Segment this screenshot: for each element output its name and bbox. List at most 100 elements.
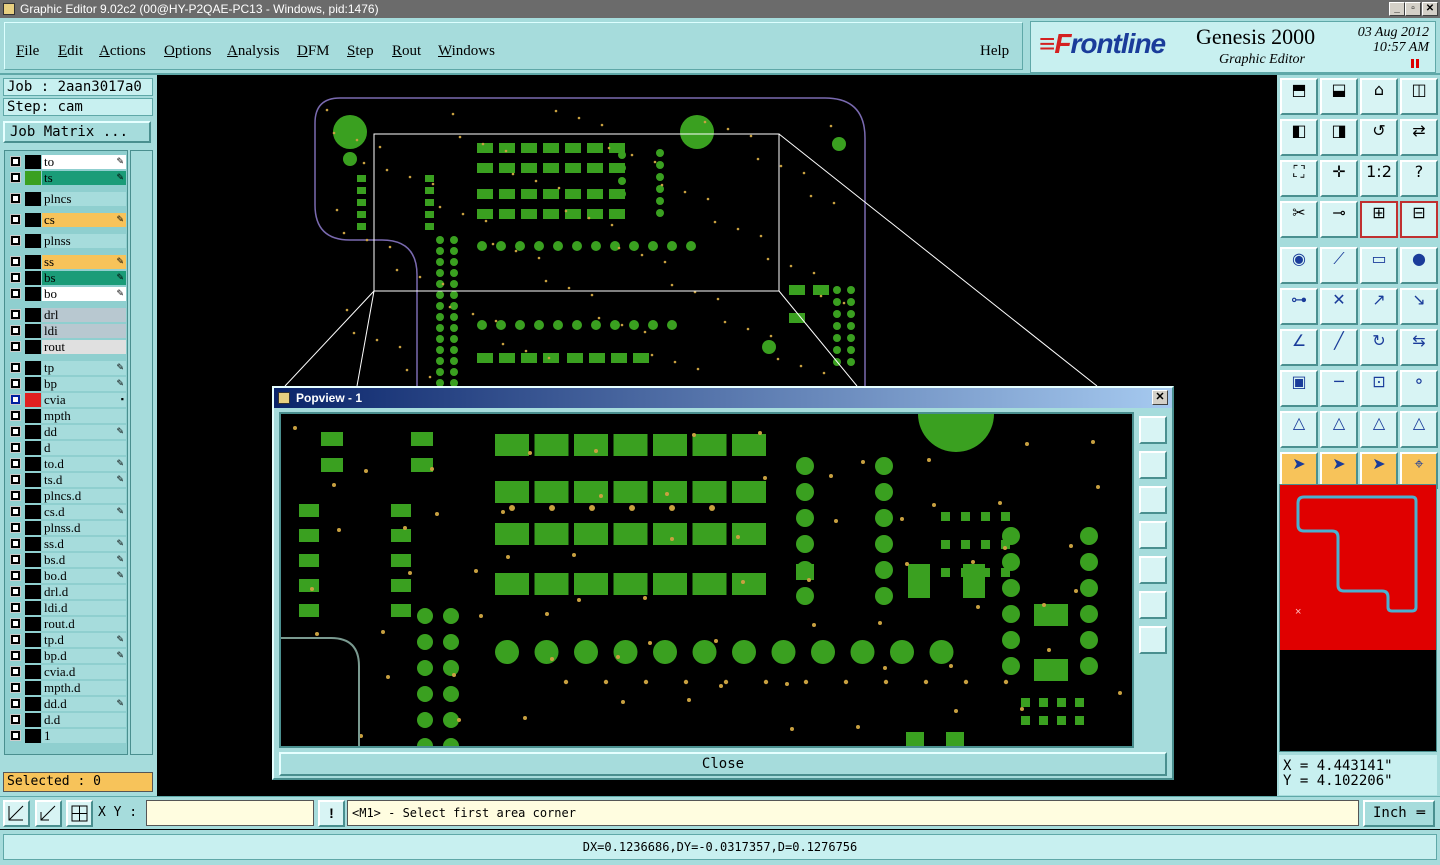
- ruler-icon[interactable]: ▭: [1360, 247, 1398, 284]
- layer-color-swatch[interactable]: [25, 425, 41, 439]
- layer-name[interactable]: ts ✎: [42, 171, 126, 185]
- menu-options[interactable]: Options: [164, 43, 212, 60]
- layer-color-swatch[interactable]: [25, 324, 41, 338]
- snap-icon[interactable]: [3, 800, 30, 827]
- layer-name[interactable]: cs ✎: [42, 213, 126, 227]
- layer-checkbox[interactable]: [10, 634, 21, 645]
- popview-pan-left-icon[interactable]: [1139, 521, 1167, 549]
- layer-name[interactable]: 1: [42, 729, 126, 743]
- layer-checkbox[interactable]: [10, 522, 21, 533]
- popview-close-button[interactable]: Close: [279, 752, 1167, 776]
- help-icon[interactable]: ?: [1400, 160, 1438, 197]
- pan-left-icon[interactable]: ◧: [1280, 119, 1318, 156]
- layer-name[interactable]: cvia ▪: [42, 393, 126, 407]
- layer-color-swatch[interactable]: [25, 234, 41, 248]
- layer-row[interactable]: bo.d ✎: [8, 569, 126, 583]
- layer-name[interactable]: bo ✎: [42, 287, 126, 301]
- menu-help[interactable]: Help: [980, 43, 1009, 60]
- layer-row[interactable]: d: [8, 441, 126, 455]
- layer-checkbox[interactable]: [10, 272, 21, 283]
- layer-row[interactable]: plnss.d: [8, 521, 126, 535]
- layer-checkbox[interactable]: [10, 554, 21, 565]
- flip-icon[interactable]: ⇆: [1400, 329, 1438, 366]
- fill-circle-icon[interactable]: ●: [1400, 247, 1438, 284]
- layer-color-swatch[interactable]: [25, 713, 41, 727]
- layer-checkbox[interactable]: [10, 394, 21, 405]
- layer-checkbox[interactable]: [10, 288, 21, 299]
- layer-color-swatch[interactable]: [25, 473, 41, 487]
- split-view-icon[interactable]: ◫: [1400, 78, 1438, 115]
- layer-scrollbar[interactable]: [130, 150, 153, 755]
- layer-color-swatch[interactable]: [25, 213, 41, 227]
- layer-checkbox[interactable]: [10, 714, 21, 725]
- units-select[interactable]: Inch ═: [1363, 800, 1435, 827]
- layer-checkbox[interactable]: [10, 172, 21, 183]
- layer-color-swatch[interactable]: [25, 409, 41, 423]
- layer-checkbox[interactable]: [10, 570, 21, 581]
- layer-name[interactable]: ldi: [42, 324, 126, 338]
- layer-color-swatch[interactable]: [25, 633, 41, 647]
- layer-name[interactable]: drl: [42, 308, 126, 322]
- layer-name[interactable]: ss.d ✎: [42, 537, 126, 551]
- layer-checkbox[interactable]: [10, 538, 21, 549]
- popview-close-icon[interactable]: ✕: [1152, 390, 1168, 405]
- popview-zoom-out-icon[interactable]: [1139, 626, 1167, 654]
- layer-row[interactable]: dd ✎: [8, 425, 126, 439]
- layer-checkbox[interactable]: [10, 586, 21, 597]
- layer-row[interactable]: plncs.d: [8, 489, 126, 503]
- layer-row[interactable]: bp.d ✎: [8, 649, 126, 663]
- layer-name[interactable]: cs.d ✎: [42, 505, 126, 519]
- pan-right-icon[interactable]: ◨: [1320, 119, 1358, 156]
- layer-name[interactable]: rout.d: [42, 617, 126, 631]
- layer-name[interactable]: to ✎: [42, 155, 126, 169]
- layer-color-swatch[interactable]: [25, 585, 41, 599]
- layer-checkbox[interactable]: [10, 362, 21, 373]
- layer-name[interactable]: tp.d ✎: [42, 633, 126, 647]
- layer-color-swatch[interactable]: [25, 377, 41, 391]
- layer-row[interactable]: ldi: [8, 324, 126, 338]
- layer-name[interactable]: to.d ✎: [42, 457, 126, 471]
- layer-name[interactable]: bo.d ✎: [42, 569, 126, 583]
- layer-row[interactable]: mpth.d: [8, 681, 126, 695]
- layer-name[interactable]: ts.d ✎: [42, 473, 126, 487]
- layer-checkbox[interactable]: [10, 193, 21, 204]
- layer-color-swatch[interactable]: [25, 393, 41, 407]
- layer-row[interactable]: to.d ✎: [8, 457, 126, 471]
- layer-row[interactable]: bo ✎: [8, 287, 126, 301]
- layer-checkbox[interactable]: [10, 156, 21, 167]
- layer-color-swatch[interactable]: [25, 553, 41, 567]
- layer-row[interactable]: ss.d ✎: [8, 537, 126, 551]
- scale-1-2-icon[interactable]: 1:2: [1360, 160, 1398, 197]
- arc-move-icon[interactable]: ↘: [1400, 288, 1438, 325]
- layer-row[interactable]: bs ✎: [8, 271, 126, 285]
- layer-row[interactable]: tp.d ✎: [8, 633, 126, 647]
- layer-color-swatch[interactable]: [25, 601, 41, 615]
- layer-name[interactable]: dd ✎: [42, 425, 126, 439]
- center-icon[interactable]: ✛: [1320, 160, 1358, 197]
- layer-color-swatch[interactable]: [25, 489, 41, 503]
- swap-icon[interactable]: ↺: [1360, 119, 1398, 156]
- minimize-button[interactable]: _: [1389, 2, 1405, 16]
- layer-name[interactable]: rout: [42, 340, 126, 354]
- layer-color-swatch[interactable]: [25, 255, 41, 269]
- layer-row[interactable]: dd.d ✎: [8, 697, 126, 711]
- layer-row[interactable]: drl.d: [8, 585, 126, 599]
- layer-color-swatch[interactable]: [25, 340, 41, 354]
- layer-row[interactable]: ss ✎: [8, 255, 126, 269]
- layer-row[interactable]: bp ✎: [8, 377, 126, 391]
- layer-color-swatch[interactable]: [25, 361, 41, 375]
- layer-color-swatch[interactable]: [25, 457, 41, 471]
- layer-checkbox[interactable]: [10, 325, 21, 336]
- layer-checkbox[interactable]: [10, 235, 21, 246]
- layer-checkbox[interactable]: [10, 666, 21, 677]
- layer-row[interactable]: cvia ▪: [8, 393, 126, 407]
- layer-row[interactable]: 1: [8, 729, 126, 743]
- layer-checkbox[interactable]: [10, 682, 21, 693]
- menu-edit[interactable]: Edit: [58, 43, 83, 60]
- layer-color-swatch[interactable]: [25, 287, 41, 301]
- zoom-fit-icon[interactable]: ⬓: [1320, 78, 1358, 115]
- layer-row[interactable]: bs.d ✎: [8, 553, 126, 567]
- layer-checkbox[interactable]: [10, 490, 21, 501]
- layer-color-swatch[interactable]: [25, 729, 41, 743]
- layer-checkbox[interactable]: [10, 730, 21, 741]
